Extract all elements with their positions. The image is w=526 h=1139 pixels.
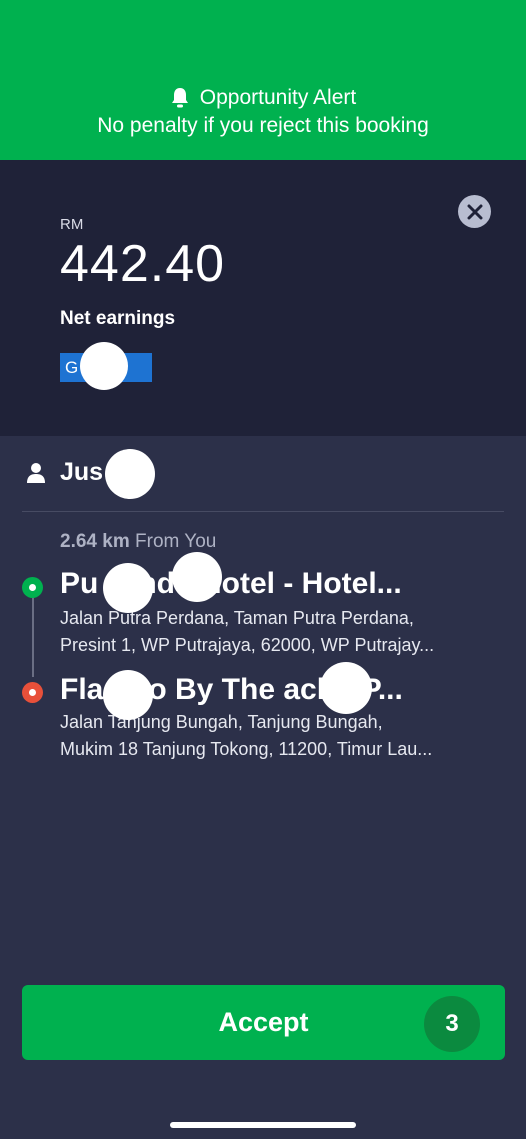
redaction-mark	[80, 342, 128, 390]
divider	[22, 511, 504, 512]
pickup-marker-icon	[22, 577, 43, 598]
net-earnings-label: Net earnings	[60, 308, 176, 329]
alert-title: Opportunity Alert	[199, 86, 357, 109]
close-icon	[467, 204, 482, 219]
home-indicator[interactable]	[170, 1122, 356, 1128]
pickup-address-line2: Presint 1, WP Putrajaya, 62000, WP Putra…	[60, 635, 435, 655]
person-icon	[27, 462, 45, 483]
redaction-mark	[103, 563, 153, 613]
bell-icon	[170, 87, 190, 109]
countdown-timer: 3	[424, 996, 480, 1052]
route-connector-line	[32, 597, 34, 677]
currency-label: RM	[60, 216, 84, 233]
opportunity-alert-banner: Opportunity Alert No penalty if you reje…	[0, 0, 526, 160]
distance-suffix: From You	[135, 531, 217, 552]
pickup-address: Jalan Putra Perdana, Taman Putra Perdana…	[60, 605, 502, 659]
distance-value: 2.64 km	[60, 531, 130, 552]
accept-button[interactable]: Accept 3	[22, 985, 505, 1060]
redaction-mark	[105, 449, 155, 499]
redaction-mark	[320, 662, 372, 714]
alert-title-row: Opportunity Alert	[170, 86, 356, 110]
redaction-mark	[103, 670, 153, 720]
distance-from-you: 2.64 km From You	[60, 531, 216, 553]
redaction-mark	[172, 552, 222, 602]
close-button[interactable]	[458, 195, 491, 228]
earnings-card: RM 442.40 Net earnings G ay	[0, 160, 526, 436]
dropoff-marker-icon	[22, 682, 43, 703]
fare-amount: 442.40	[60, 235, 226, 293]
alert-subtitle: No penalty if you reject this booking	[97, 114, 429, 137]
dropoff-address-line2: Mukim 18 Tanjung Tokong, 11200, Timur La…	[60, 739, 433, 759]
accept-label: Accept	[218, 1007, 309, 1037]
